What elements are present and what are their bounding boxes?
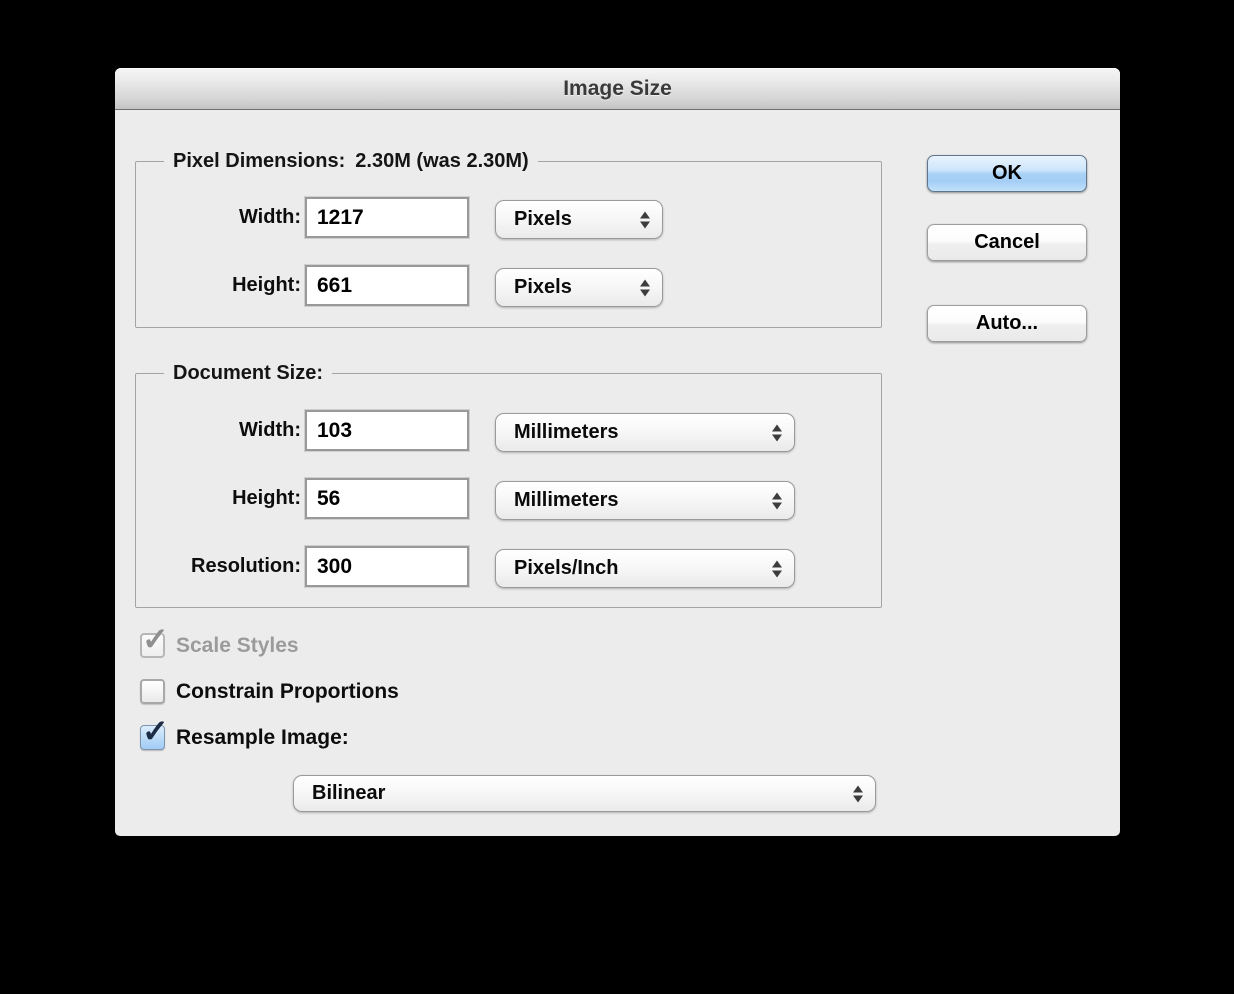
doc-height-unit-select[interactable]: Millimeters	[495, 481, 795, 520]
pixel-width-label: Width:	[238, 206, 301, 228]
document-size-label: Document Size:	[173, 362, 324, 384]
doc-width-unit-value: Millimeters	[514, 421, 619, 443]
ok-button[interactable]: OK	[927, 155, 1087, 192]
document-size-legend: Document Size:	[164, 362, 332, 385]
resolution-input[interactable]	[305, 546, 469, 587]
stepper-icon	[640, 211, 650, 228]
doc-height-input[interactable]	[305, 478, 469, 519]
pixel-height-unit-select[interactable]: Pixels	[495, 268, 663, 307]
stepper-icon	[772, 424, 782, 441]
scale-styles-label: Scale Styles	[176, 634, 299, 657]
resample-method-value: Bilinear	[312, 782, 386, 804]
constrain-proportions-label: Constrain Proportions	[176, 680, 399, 703]
resolution-unit-value: Pixels/Inch	[514, 557, 619, 579]
checkbox-box	[140, 633, 165, 658]
stepper-icon	[640, 279, 650, 296]
window-title: Image Size	[563, 77, 672, 100]
pixel-height-label: Height:	[232, 274, 301, 296]
stepper-icon	[772, 560, 782, 577]
checkbox-box	[140, 679, 165, 704]
window-titlebar[interactable]: Image Size	[115, 68, 1120, 110]
checkbox-box	[140, 725, 165, 750]
resolution-label: Resolution:	[191, 555, 301, 577]
resample-method-select[interactable]: Bilinear	[293, 775, 876, 812]
resample-image-label: Resample Image:	[176, 726, 349, 749]
pixel-height-unit-value: Pixels	[514, 276, 572, 298]
pixel-width-unit-select[interactable]: Pixels	[495, 200, 663, 239]
stepper-icon	[853, 785, 863, 802]
doc-height-unit-value: Millimeters	[514, 489, 619, 511]
doc-height-label: Height:	[232, 487, 301, 509]
doc-width-input[interactable]	[305, 410, 469, 451]
pixel-dimensions-legend: Pixel Dimensions: 2.30M (was 2.30M)	[164, 150, 538, 173]
cancel-button[interactable]: Cancel	[927, 224, 1087, 261]
pixel-dimensions-size-value: 2.30M (was 2.30M)	[355, 150, 529, 172]
resolution-unit-select[interactable]: Pixels/Inch	[495, 549, 795, 588]
pixel-width-input[interactable]	[305, 197, 469, 238]
doc-width-unit-select[interactable]: Millimeters	[495, 413, 795, 452]
stepper-icon	[772, 492, 782, 509]
doc-width-label: Width:	[238, 419, 301, 441]
pixel-height-input[interactable]	[305, 265, 469, 306]
auto-button[interactable]: Auto...	[927, 305, 1087, 342]
pixel-dimensions-label: Pixel Dimensions:	[173, 150, 346, 172]
image-size-dialog: Image Size Pixel Dimensions: 2.30M (was 2…	[115, 68, 1120, 836]
pixel-width-unit-value: Pixels	[514, 208, 572, 230]
